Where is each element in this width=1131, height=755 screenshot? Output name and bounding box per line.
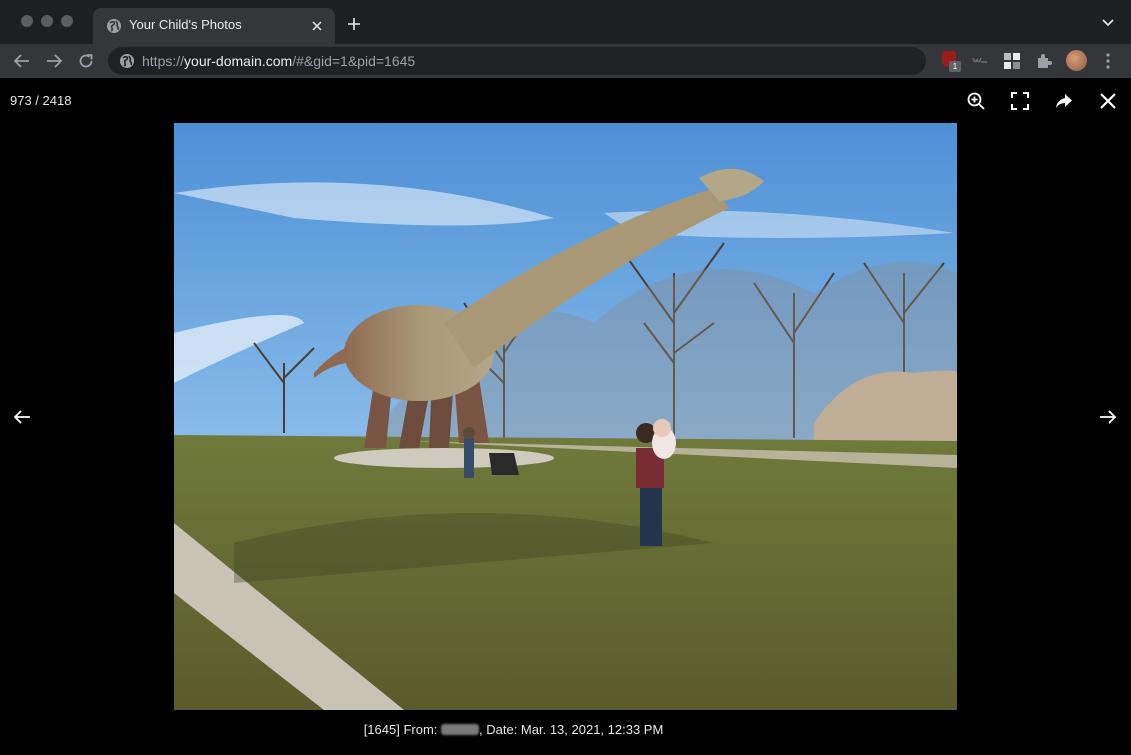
chevron-down-icon[interactable]	[1102, 18, 1114, 28]
window-close-button[interactable]	[21, 15, 33, 27]
url-host: your-domain.com	[184, 53, 293, 69]
fullscreen-icon[interactable]	[1010, 91, 1030, 111]
forward-arrow-icon[interactable]	[45, 52, 63, 70]
photo-counter: 973 / 2418	[10, 93, 72, 108]
photo-caption: [1645] From: , Date: Mar. 13, 2021, 12:3…	[0, 722, 1027, 737]
zoom-in-icon[interactable]	[966, 91, 986, 111]
url-scheme: https://	[142, 53, 185, 69]
photo[interactable]	[174, 123, 957, 710]
back-arrow-icon[interactable]	[13, 52, 31, 70]
window-minimize-button[interactable]	[41, 15, 53, 27]
caption-suffix: , Date: Mar. 13, 2021, 12:33 PM	[479, 722, 664, 737]
extension-icon[interactable]	[971, 52, 989, 70]
reload-icon[interactable]	[77, 52, 95, 70]
caption-prefix: [1645] From:	[363, 722, 438, 737]
puzzle-icon[interactable]	[1035, 52, 1053, 70]
close-icon[interactable]	[309, 18, 325, 34]
photo-viewer: 973 / 2418 [1645] From: , Date: Mar. 13,…	[0, 79, 1131, 755]
grid-icon[interactable]	[1003, 52, 1021, 70]
plus-icon[interactable]	[346, 16, 362, 32]
gravel	[334, 448, 554, 468]
extension-badge: 1	[949, 61, 961, 72]
window-zoom-button[interactable]	[61, 15, 73, 27]
share-icon[interactable]	[1054, 91, 1074, 111]
browser-tab[interactable]: Your Child's Photos	[93, 8, 335, 44]
globe-icon	[107, 19, 121, 33]
url-path: /#&gid=1&pid=1645	[292, 53, 416, 69]
url-text: https://your-domain.com/#&gid=1&pid=1645	[142, 53, 415, 69]
previous-arrow-icon[interactable]	[13, 409, 31, 425]
address-bar[interactable]: https://your-domain.com/#&gid=1&pid=1645	[108, 47, 926, 75]
browser-toolbar: https://your-domain.com/#&gid=1&pid=1645…	[0, 44, 1131, 78]
tab-strip: Your Child's Photos	[0, 0, 1131, 44]
avatar[interactable]	[1066, 50, 1087, 71]
redacted-name	[441, 724, 480, 735]
next-arrow-icon[interactable]	[1099, 409, 1117, 425]
kebab-menu-icon[interactable]	[1105, 53, 1111, 69]
close-icon[interactable]	[1098, 91, 1118, 111]
tab-title: Your Child's Photos	[129, 17, 242, 32]
globe-icon	[120, 54, 134, 68]
